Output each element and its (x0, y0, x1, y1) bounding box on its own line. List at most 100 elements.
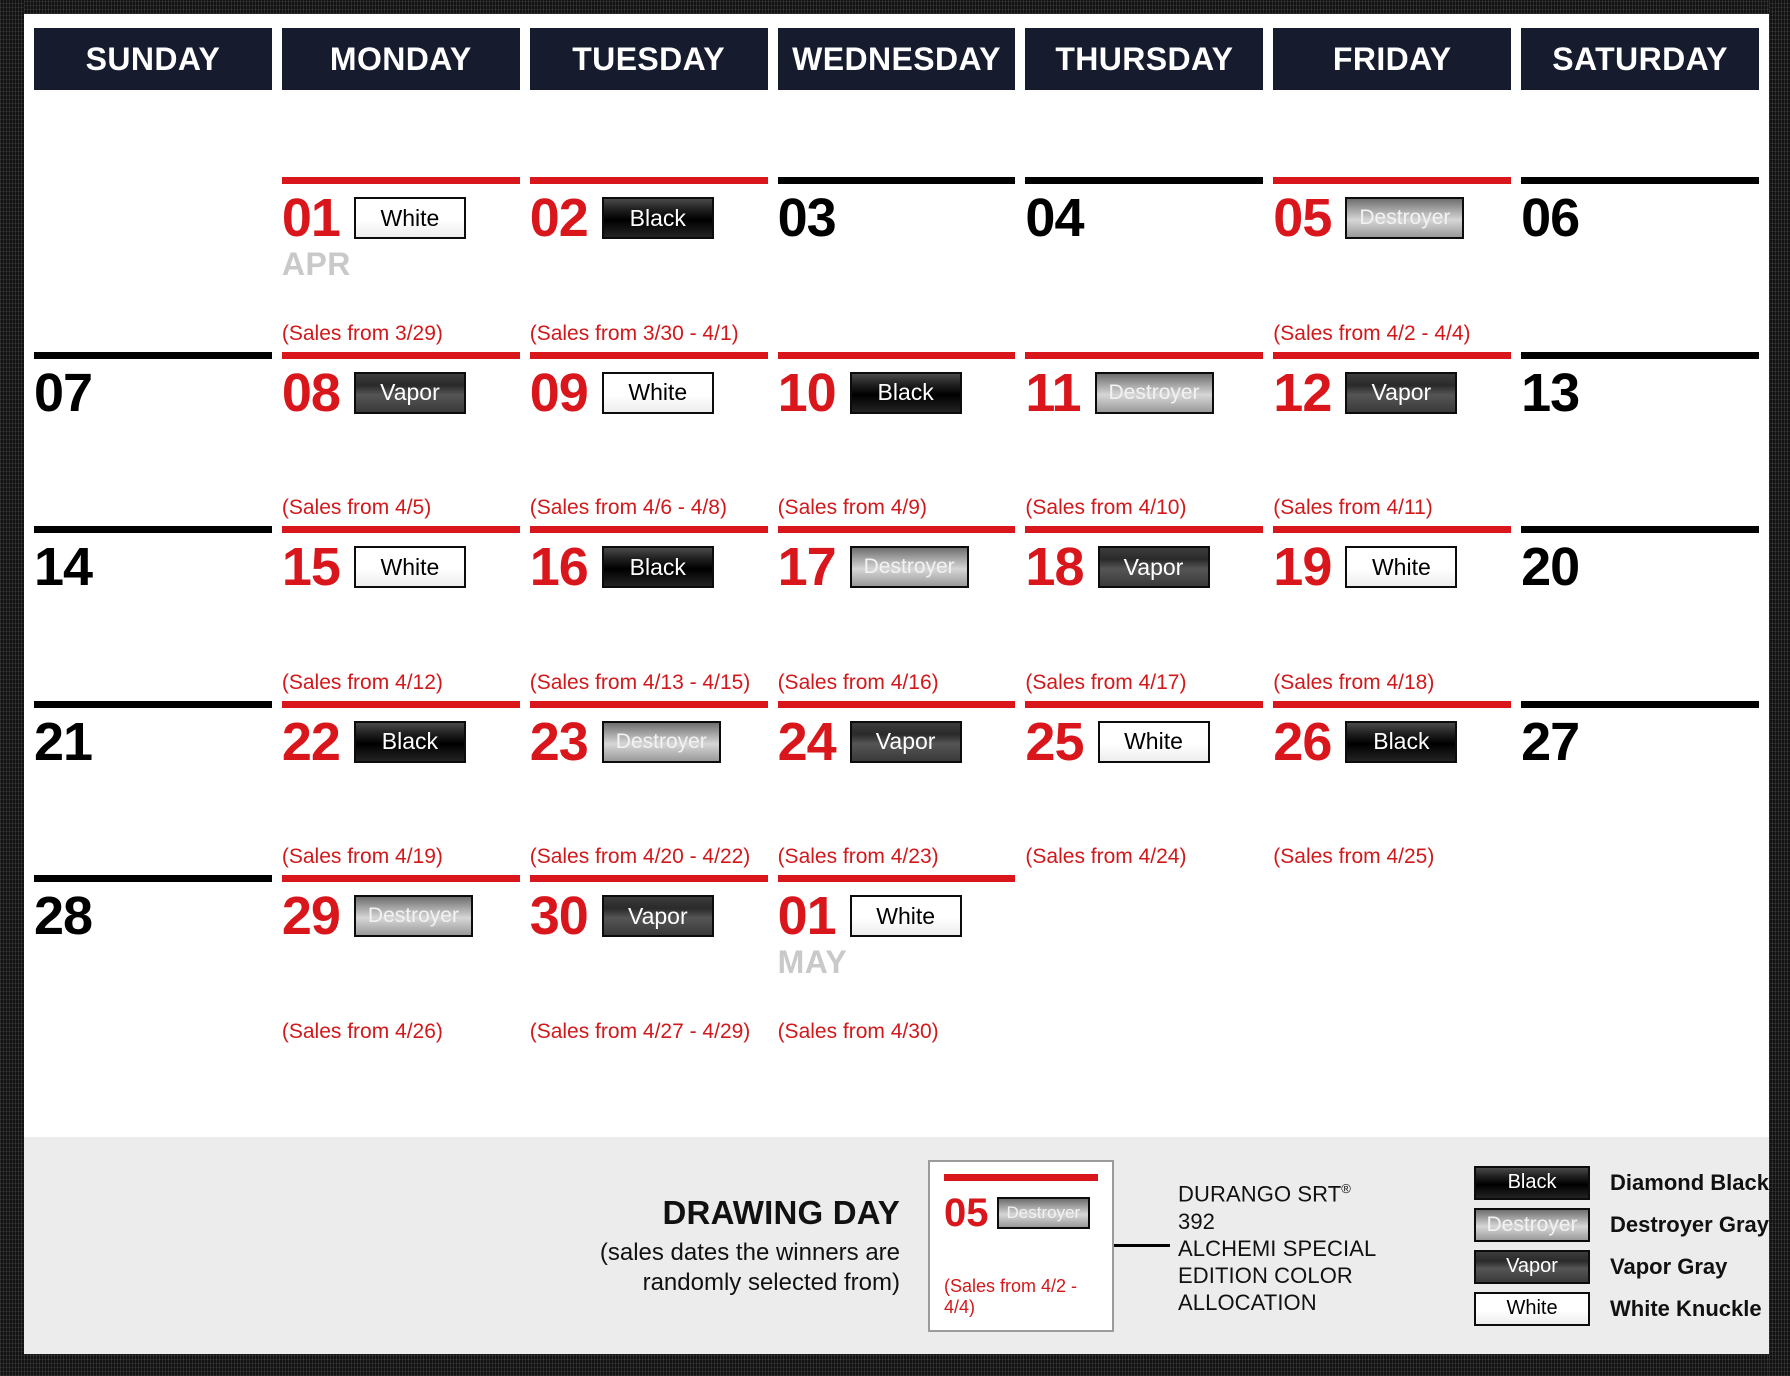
day-number: 24 (777, 711, 837, 772)
day-rule-red (1025, 526, 1264, 534)
drawing-day-subtitle-line2: randomly selected from) (642, 1268, 901, 1296)
day-cell-inner: (Sales from 4/5) 15 White (281, 496, 520, 595)
day-rule-black (777, 177, 1016, 185)
calendar-day-cell[interactable]: 02 Black (529, 90, 768, 265)
color-chip-black[interactable]: Black (601, 197, 714, 240)
calendar-day-cell[interactable]: (Sales from 4/17) 25 White (1025, 614, 1264, 789)
day-rule-red (281, 700, 520, 708)
calendar-day-cell-empty (1273, 963, 1511, 1138)
day-number: 06 (1521, 188, 1580, 249)
day-cell-inner: (Sales from 4/2 - 4/4) 12 Vapor (1273, 322, 1512, 421)
day-cell-inner: 21 (34, 700, 272, 770)
day-number: 01 (281, 188, 341, 249)
calendar-day-cell[interactable]: (Sales from 3/29) 08 Vapor (281, 265, 520, 440)
color-chip-vapor[interactable]: Vapor (353, 371, 466, 414)
sales-date-note: (Sales from 4/6 - 4/8) (529, 496, 727, 520)
calendar-day-cell[interactable]: (Sales from 4/6 - 4/8) 16 Black (529, 439, 768, 614)
calendar-day-cell[interactable]: 21 (34, 614, 272, 789)
day-main-row: 23 Destroyer (530, 714, 768, 770)
sales-date-note: (Sales from 4/20 - 4/22) (529, 845, 751, 869)
day-number: 09 (529, 362, 589, 423)
weekday-header-row: SUNDAY MONDAY TUESDAY WEDNESDAY THURSDAY FRID… (24, 14, 1769, 90)
calendar-day-cell[interactable]: (Sales from 4/18) 26 Black (1273, 614, 1512, 789)
color-chip-destroyer[interactable]: Destroyer (353, 895, 473, 938)
color-chip-black[interactable]: Black (601, 546, 714, 589)
color-chip-white[interactable]: White (601, 371, 714, 414)
color-chip-vapor[interactable]: Vapor (601, 895, 714, 938)
day-rule-red (1273, 351, 1512, 359)
drawing-day-subtitle: (sales dates the winners are randomly se… (24, 1238, 900, 1298)
color-chip-white[interactable]: White (353, 546, 466, 589)
calendar-day-cell[interactable]: (Sales from 4/5) 15 White (281, 439, 520, 614)
swatch-chip-black: Black (1474, 1165, 1591, 1200)
day-rule-red (1273, 700, 1512, 708)
sales-date-note: (Sales from 4/9) (777, 496, 927, 520)
day-rule-red (1025, 700, 1264, 708)
swatch-label: Destroyer Gray (1610, 1211, 1769, 1237)
day-main-row: 28 (34, 888, 272, 944)
color-chip-white[interactable]: White (353, 197, 466, 240)
sales-date-note: (Sales from 4/5) (281, 496, 432, 520)
color-chip-destroyer[interactable]: Destroyer (1094, 371, 1214, 414)
calendar-day-cell[interactable]: 14 (34, 439, 272, 614)
calendar-day-cell[interactable]: 20 (1521, 439, 1759, 614)
calendar-day-cell[interactable]: (Sales from 3/30 - 4/1) 09 White (529, 265, 768, 440)
color-chip-black[interactable]: Black (353, 720, 466, 763)
day-main-row: 15 White (282, 539, 520, 595)
calendar-day-cell[interactable]: (Sales from 4/20 - 4/22) 30 Vapor (529, 788, 768, 963)
calendar-day-cell[interactable]: 11 Destroyer (1025, 265, 1264, 440)
calendar-day-cell[interactable]: (Sales from 4/11) 19 White (1273, 439, 1512, 614)
day-rule-black (1521, 526, 1759, 534)
day-main-row: 19 White (1273, 539, 1511, 595)
color-chip-vapor[interactable]: Vapor (849, 720, 962, 763)
color-chip-vapor[interactable]: Vapor (1345, 371, 1458, 414)
calendar-day-cell[interactable]: (Sales from 4/13 - 4/15) 23 Destroyer (529, 614, 768, 789)
calendar-day-cell[interactable]: (Sales from 4/9) 17 Destroyer (777, 439, 1016, 614)
calendar-day-cell[interactable]: (Sales from 4/23) 01 White MAY (777, 788, 1016, 978)
day-main-row: 07 (34, 365, 272, 421)
calendar-day-cell[interactable]: (Sales from 4/12) 22 Black (281, 614, 520, 789)
calendar-day-cell[interactable]: 06 (1521, 90, 1759, 265)
day-number: 01 (777, 886, 837, 947)
day-main-row: 20 (1521, 539, 1759, 595)
sales-date-note: (Sales from 4/17) (1025, 670, 1187, 694)
calendar-day-cell[interactable]: 28 (34, 788, 272, 963)
sales-date-note: (Sales from 4/19) (281, 845, 443, 869)
calendar-day-cell[interactable]: 27 (1521, 614, 1759, 789)
day-main-row: 04 (1025, 190, 1263, 246)
color-chip-vapor[interactable]: Vapor (1097, 546, 1210, 589)
calendar-day-cell[interactable]: (Sales from 4/10) 18 Vapor (1025, 439, 1264, 614)
calendar-day-cell[interactable]: 05 Destroyer (1273, 90, 1512, 265)
color-chip-black[interactable]: Black (1345, 720, 1458, 763)
calendar-week-row: (Sales from 4/26) (Sales from 4/27 - 4/29… (34, 963, 1759, 1138)
day-number: 04 (1025, 188, 1084, 249)
color-chip-destroyer[interactable]: Destroyer (849, 546, 969, 589)
calendar-day-cell[interactable]: (Sales from 4/19) 29 Destroyer (281, 788, 520, 963)
color-chip-destroyer[interactable]: Destroyer (601, 720, 721, 763)
day-cell-inner: (Sales from 4/20 - 4/22) 30 Vapor (529, 845, 768, 944)
sales-date-note: (Sales from 4/10) (1025, 496, 1187, 520)
calendar-day-cell[interactable]: (Sales from 4/16) 24 Vapor (777, 614, 1016, 789)
calendar-day-cell[interactable]: 01 White APR (281, 90, 520, 280)
color-chip-white[interactable]: White (1097, 720, 1210, 763)
color-chip-white[interactable]: White (849, 895, 962, 938)
day-number: 29 (281, 886, 341, 947)
day-main-row: 25 White (1025, 714, 1263, 770)
calendar-day-cell-empty: (Sales from 4/27 - 4/29) (530, 963, 768, 1138)
swatch-label: Vapor Gray (1610, 1253, 1728, 1279)
calendar-day-cell[interactable]: 10 Black (777, 265, 1016, 440)
color-chip-white[interactable]: White (1345, 546, 1458, 589)
calendar-day-cell[interactable]: 07 (34, 265, 272, 440)
day-main-row: 21 (34, 714, 272, 770)
color-chip-destroyer[interactable]: Destroyer (1345, 197, 1465, 240)
calendar-day-cell[interactable]: 13 (1521, 265, 1759, 440)
day-main-row: 02 Black (530, 190, 768, 246)
calendar-day-cell[interactable]: 03 (777, 90, 1016, 265)
day-main-row: 16 Black (530, 539, 768, 595)
day-cell-inner: (Sales from 4/18) 26 Black (1273, 671, 1512, 770)
calendar-day-cell[interactable]: 04 (1025, 90, 1264, 265)
calendar-day-cell[interactable]: (Sales from 4/2 - 4/4) 12 Vapor (1273, 265, 1512, 440)
day-rule-black (34, 526, 272, 534)
color-chip-black[interactable]: Black (849, 371, 962, 414)
weekday-header-sunday: SUNDAY (34, 28, 272, 90)
